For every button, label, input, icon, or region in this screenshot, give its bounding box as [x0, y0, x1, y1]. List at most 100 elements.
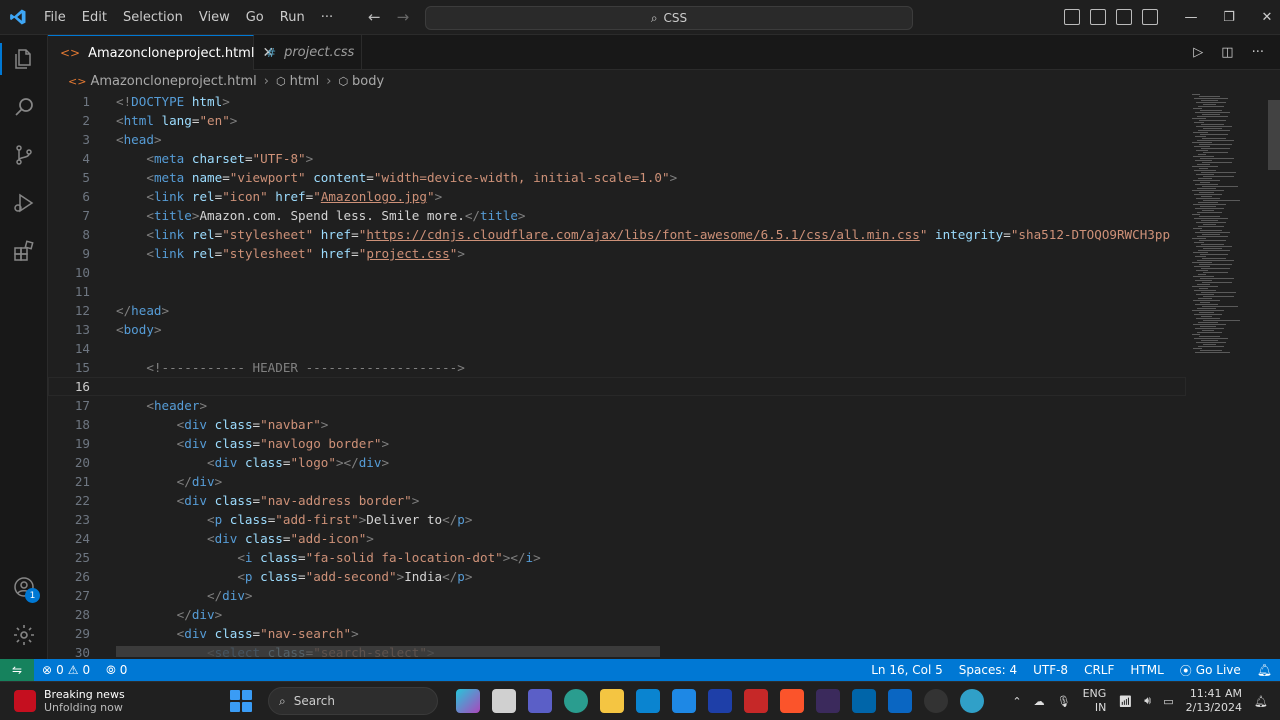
forward-arrow-icon[interactable]: →: [397, 8, 410, 26]
minimap[interactable]: [1186, 92, 1266, 659]
tray-chevron-icon[interactable]: ⌃: [1012, 695, 1021, 708]
restore-button[interactable]: ❐: [1210, 0, 1248, 35]
word-icon[interactable]: [708, 689, 732, 713]
horizontal-scrollbar[interactable]: [116, 646, 660, 657]
code-line[interactable]: 17 <header>: [48, 396, 1186, 415]
remote-indicator-icon[interactable]: ⇋: [0, 659, 34, 681]
indentation[interactable]: Spaces: 4: [951, 663, 1025, 677]
menu-more[interactable]: ···: [313, 0, 341, 35]
close-window-button[interactable]: ✕: [1248, 0, 1280, 35]
code-line[interactable]: 13 <body>: [48, 320, 1186, 339]
app-icon[interactable]: [636, 689, 660, 713]
brave-icon[interactable]: [780, 689, 804, 713]
tab-css-file[interactable]: # project.css: [254, 35, 362, 70]
extensions-icon[interactable]: [0, 227, 48, 275]
clock[interactable]: 11:41 AM 2/13/2024: [1186, 687, 1242, 715]
vscode-logo-icon[interactable]: [0, 0, 36, 35]
code-line[interactable]: 11: [48, 282, 1186, 301]
code-line[interactable]: 9 <link rel="stylesheet" href="project.c…: [48, 244, 1186, 263]
code-line[interactable]: 6 <link rel="icon" href="Amazonlogo.jpg"…: [48, 187, 1186, 206]
menu-go[interactable]: Go: [238, 0, 272, 35]
code-line[interactable]: 16: [48, 377, 1186, 396]
breadcrumb-file[interactable]: Amazoncloneproject.html: [90, 74, 256, 89]
menu-file[interactable]: File: [36, 0, 74, 35]
code-editor[interactable]: 1 <!DOCTYPE html> 2 <html lang="en"> 3 <head>…: [48, 92, 1186, 659]
explorer-icon[interactable]: [0, 35, 48, 83]
back-arrow-icon[interactable]: ←: [368, 8, 381, 26]
code-line[interactable]: 12 </head>: [48, 301, 1186, 320]
language-indicator[interactable]: ENG IN: [1083, 687, 1107, 715]
language-mode[interactable]: HTML: [1122, 663, 1171, 677]
microphone-icon[interactable]: 🎙︎: [1057, 695, 1071, 708]
command-center[interactable]: ⌕ CSS: [425, 6, 913, 30]
code-line[interactable]: 4 <meta charset="UTF-8">: [48, 149, 1186, 168]
accounts-icon[interactable]: 1: [0, 563, 48, 611]
code-line[interactable]: 23 <p class="add-first">Deliver to</p>: [48, 510, 1186, 529]
code-line[interactable]: 3 <head>: [48, 130, 1186, 149]
line-ending[interactable]: CRLF: [1076, 663, 1122, 677]
code-line[interactable]: 27 </div>: [48, 586, 1186, 605]
tab-html-file[interactable]: <> Amazoncloneproject.html ✕: [48, 35, 274, 70]
more-actions-icon[interactable]: ···: [1252, 45, 1264, 60]
devc-icon[interactable]: [816, 689, 840, 713]
taskbar-search[interactable]: ⌕ Search: [268, 687, 438, 715]
code-line[interactable]: 15 <!----------- HEADER ----------------…: [48, 358, 1186, 377]
code-line[interactable]: 26 <p class="add-second">India</p>: [48, 567, 1186, 586]
cursor-position[interactable]: Ln 16, Col 5: [863, 663, 951, 677]
run-file-icon[interactable]: ▷: [1193, 45, 1203, 60]
mcafee-icon[interactable]: [744, 689, 768, 713]
store-icon[interactable]: [672, 689, 696, 713]
minimize-button[interactable]: —: [1172, 0, 1210, 35]
news-widget[interactable]: Breaking news Unfolding now: [0, 688, 230, 714]
linkedin-icon[interactable]: [888, 689, 912, 713]
code-line[interactable]: 22 <div class="nav-address border">: [48, 491, 1186, 510]
code-line[interactable]: 10: [48, 263, 1186, 282]
code-line[interactable]: 19 <div class="navlogo border">: [48, 434, 1186, 453]
split-editor-icon[interactable]: ◫: [1221, 45, 1233, 60]
wifi-icon[interactable]: 📶︎: [1118, 695, 1132, 708]
battery-icon[interactable]: ▭: [1163, 695, 1173, 708]
search-view-icon[interactable]: [0, 83, 48, 131]
encoding[interactable]: UTF-8: [1025, 663, 1076, 677]
code-line[interactable]: 7 <title>Amazon.com. Spend less. Smile m…: [48, 206, 1186, 225]
vscode-taskbar-icon[interactable]: [852, 689, 876, 713]
teams-icon[interactable]: [528, 689, 552, 713]
windows-start-icon[interactable]: [230, 690, 252, 712]
code-line[interactable]: 5 <meta name="viewport" content="width=d…: [48, 168, 1186, 187]
edge-icon[interactable]: [564, 689, 588, 713]
menu-run[interactable]: Run: [272, 0, 313, 35]
toggle-primary-sidebar-icon[interactable]: [1064, 9, 1080, 25]
breadcrumb-body[interactable]: body: [352, 74, 384, 89]
notification-center-icon[interactable]: 🔔︎: [1254, 695, 1268, 708]
edge-beta-icon[interactable]: [960, 689, 984, 713]
code-line[interactable]: 18 <div class="navbar">: [48, 415, 1186, 434]
chrome-icon[interactable]: [924, 689, 948, 713]
cloud-icon[interactable]: ☁: [1034, 695, 1045, 708]
volume-icon[interactable]: 🔊︎: [1144, 694, 1151, 708]
vertical-scrollbar[interactable]: [1266, 92, 1280, 659]
code-line[interactable]: 2 <html lang="en">: [48, 111, 1186, 130]
ports-indicator[interactable]: ⦾ 0: [98, 663, 135, 678]
code-line[interactable]: 28 </div>: [48, 605, 1186, 624]
customize-layout-icon[interactable]: [1142, 9, 1158, 25]
breadcrumb-html[interactable]: html: [290, 74, 320, 89]
scrollbar-thumb[interactable]: [1268, 100, 1280, 170]
menu-view[interactable]: View: [191, 0, 238, 35]
code-line[interactable]: 8 <link rel="stylesheet" href="https://c…: [48, 225, 1186, 244]
settings-gear-icon[interactable]: [0, 611, 48, 659]
code-line[interactable]: 21 </div>: [48, 472, 1186, 491]
code-line[interactable]: 24 <div class="add-icon">: [48, 529, 1186, 548]
source-control-icon[interactable]: [0, 131, 48, 179]
menu-edit[interactable]: Edit: [74, 0, 115, 35]
run-debug-icon[interactable]: [0, 179, 48, 227]
code-line[interactable]: 1 <!DOCTYPE html>: [48, 92, 1186, 111]
code-line[interactable]: 14: [48, 339, 1186, 358]
file-explorer-icon[interactable]: [600, 689, 624, 713]
code-line[interactable]: 20 <div class="logo"></div>: [48, 453, 1186, 472]
notifications-bell-icon[interactable]: 🔔︎: [1249, 663, 1280, 677]
copilot-icon[interactable]: [456, 689, 480, 713]
go-live-button[interactable]: ⦿ Go Live: [1172, 662, 1249, 679]
toggle-secondary-sidebar-icon[interactable]: [1116, 9, 1132, 25]
code-line[interactable]: 29 <div class="nav-search">: [48, 624, 1186, 643]
problems-indicator[interactable]: ⊗ 0 ⚠ 0: [34, 663, 98, 677]
